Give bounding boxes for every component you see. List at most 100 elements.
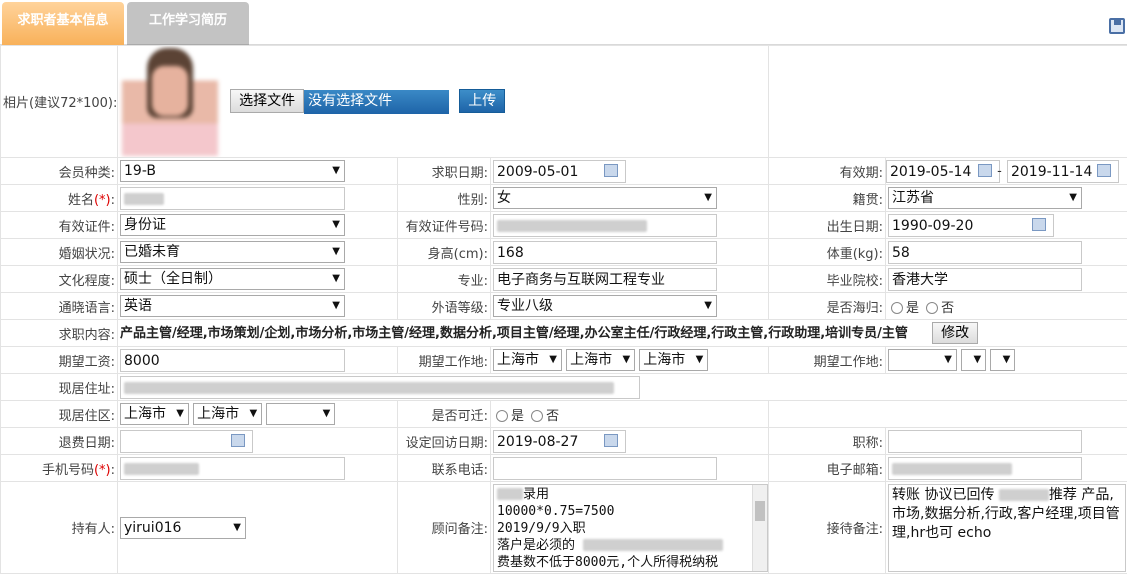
mobile-label: 手机号码(*): <box>0 454 118 482</box>
email-label: 电子邮箱: <box>768 454 886 482</box>
address-label: 现居住址: <box>0 373 118 401</box>
returnee-yes-radio[interactable] <box>891 302 903 314</box>
visit-date-label: 设定回访日期: <box>397 427 491 455</box>
chevron-down-icon: ▼ <box>332 273 340 284</box>
chevron-down-icon: ▼ <box>332 165 340 176</box>
calendar-icon[interactable] <box>604 433 618 447</box>
owner-select[interactable]: yirui016 ▼ <box>120 516 246 539</box>
photo-label: 相片(建议72*100): <box>0 45 118 158</box>
birth-date-label: 出生日期: <box>768 211 886 239</box>
reception-note-textarea[interactable]: 转账 协议已回传 推荐 产品,市场,数据分析,行政,客户经理,项目管理,hr也可… <box>888 483 1126 572</box>
advisor-note-label: 顾问备注: <box>397 481 491 574</box>
chevron-down-icon: ▼ <box>704 300 712 311</box>
chevron-down-icon: ▼ <box>332 246 340 257</box>
upload-button[interactable]: 上传 <box>459 89 506 113</box>
returnee-no-radio[interactable] <box>926 302 939 314</box>
area-province-select[interactable]: 上海市 ▼ <box>120 403 189 425</box>
chevron-down-icon: ▼ <box>233 521 241 533</box>
choose-file-button[interactable]: 选择文件 <box>230 89 305 113</box>
language-label: 通晓语言: <box>0 292 118 320</box>
workplace2-province-select[interactable]: ▼ <box>888 349 957 371</box>
language-level-select[interactable]: 专业八级 ▼ <box>493 295 717 317</box>
salary-label: 期望工资: <box>0 346 118 374</box>
living-area-label: 现居住区: <box>0 400 118 428</box>
weight-label: 体重(kg): <box>768 238 886 266</box>
valid-separator: - <box>997 163 1002 179</box>
workplace2-city-select[interactable]: ▼ <box>961 349 987 371</box>
school-label: 毕业院校: <box>768 265 886 293</box>
job-content-label: 求职内容: <box>0 319 118 347</box>
advisor-note-scrollbar[interactable] <box>752 484 767 571</box>
chevron-down-icon: ▼ <box>332 219 340 230</box>
height-label: 身高(cm): <box>397 238 491 266</box>
workplace-province-select[interactable]: 上海市 ▼ <box>493 349 562 371</box>
relocate-label: 是否可迁: <box>397 400 491 428</box>
chevron-down-icon: ▼ <box>695 354 704 365</box>
returnee-label: 是否海归: <box>768 292 886 320</box>
origin-select[interactable]: 江苏省 ▼ <box>888 187 1082 209</box>
calendar-icon[interactable] <box>604 163 618 177</box>
chevron-down-icon: ▼ <box>973 354 982 365</box>
chevron-down-icon: ▼ <box>332 300 340 311</box>
id-type-select[interactable]: 身份证 ▼ <box>120 214 345 236</box>
workplace-label: 期望工作地: <box>397 346 491 374</box>
major-input[interactable]: 电子商务与互联网工程专业 <box>493 267 717 291</box>
education-select[interactable]: 硕士（全日制） ▼ <box>120 268 345 290</box>
advisor-note-textarea[interactable]: 录用 10000*0.75=7500 2019/9/9入职 落户是必须的 费基数不低于… <box>493 483 768 572</box>
file-name-display: 没有选择文件 <box>304 89 450 114</box>
calendar-icon[interactable] <box>1032 217 1046 231</box>
birth-date-input[interactable]: 1990-09-20 <box>888 213 1054 237</box>
member-type-select[interactable]: 19-B ▼ <box>120 160 345 182</box>
chevron-down-icon: ▼ <box>176 408 184 419</box>
tab-basic-info[interactable]: 求职者基本信息 <box>2 2 124 45</box>
calendar-icon[interactable] <box>1096 163 1111 177</box>
relocate-yes-radio[interactable] <box>496 410 508 422</box>
gender-label: 性别: <box>397 184 491 212</box>
language-level-label: 外语等级: <box>397 292 491 320</box>
calendar-icon[interactable] <box>231 433 245 447</box>
job-content-text: 产品主管/经理,市场策划/企划,市场分析,市场主管/经理,数据分析,项目主管/经… <box>120 326 908 341</box>
id-number-label: 有效证件号码: <box>397 211 491 239</box>
tab-resume[interactable]: 工作学习简历 <box>127 2 249 45</box>
phone-input[interactable] <box>493 456 717 480</box>
weight-input[interactable]: 58 <box>888 240 1082 264</box>
workplace-district-select[interactable]: 上海市 ▼ <box>639 349 709 371</box>
chevron-down-icon: ▼ <box>1002 354 1011 365</box>
title-input[interactable] <box>888 429 1082 453</box>
mobile-input[interactable] <box>120 456 345 480</box>
chevron-down-icon: ▼ <box>1069 192 1077 203</box>
photo-image <box>122 47 218 156</box>
name-input[interactable] <box>120 186 345 210</box>
calendar-icon[interactable] <box>978 163 992 177</box>
edit-job-button[interactable]: 修改 <box>932 322 979 344</box>
workplace-city-select[interactable]: 上海市 ▼ <box>566 349 636 371</box>
chevron-down-icon: ▼ <box>944 354 952 365</box>
save-icon[interactable] <box>1109 18 1125 34</box>
valid-period-label: 有效期: <box>768 157 886 185</box>
marital-select[interactable]: 已婚未育 ▼ <box>120 241 345 263</box>
origin-label: 籍贯: <box>768 184 886 212</box>
reception-note-label: 接待备注: <box>768 481 886 574</box>
area-city-select[interactable]: 上海市 ▼ <box>193 403 263 425</box>
relocate-no-radio[interactable] <box>531 410 544 422</box>
education-label: 文化程度: <box>0 265 118 293</box>
area-district-select[interactable]: ▼ <box>266 403 336 425</box>
phone-label: 联系电话: <box>397 454 491 482</box>
language-select[interactable]: 英语 ▼ <box>120 295 345 317</box>
candidate-form: 相片(建议72*100): 选择文件 没有选择文件 上传 会员种类: 19-B ▼ … <box>0 45 1127 574</box>
height-input[interactable]: 168 <box>493 240 717 264</box>
owner-label: 持有人: <box>0 481 118 574</box>
school-input[interactable]: 香港大学 <box>888 267 1082 291</box>
chevron-down-icon: ▼ <box>622 354 631 365</box>
member-type-label: 会员种类: <box>0 157 118 185</box>
major-label: 专业: <box>397 265 491 293</box>
email-input[interactable] <box>888 456 1082 480</box>
chevron-down-icon: ▼ <box>704 192 712 203</box>
workplace2-district-select[interactable]: ▼ <box>990 349 1016 371</box>
refund-date-label: 退费日期: <box>0 427 118 455</box>
salary-input[interactable]: 8000 <box>120 348 345 372</box>
gender-select[interactable]: 女 ▼ <box>493 187 717 209</box>
id-number-input[interactable] <box>493 213 717 237</box>
address-input[interactable] <box>120 375 640 399</box>
chevron-down-icon: ▼ <box>322 408 331 419</box>
